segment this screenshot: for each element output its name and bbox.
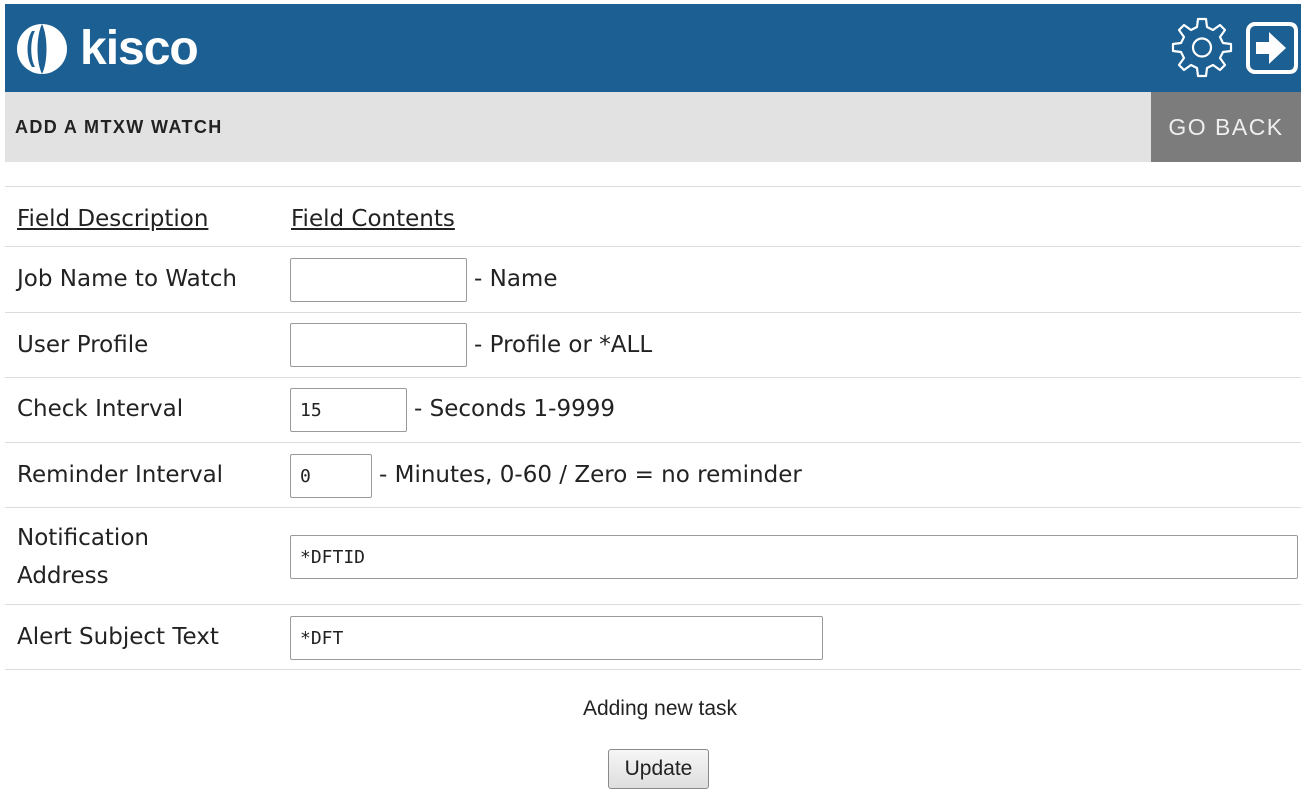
notification-address-label-line2: Address [17, 563, 109, 589]
table-divider [5, 442, 1301, 443]
app-header: kisco [5, 4, 1301, 92]
logout-icon [1246, 21, 1299, 75]
table-divider [5, 604, 1301, 605]
column-header-contents: Field Contents [291, 206, 455, 232]
settings-button[interactable] [1170, 15, 1234, 79]
reminder-interval-label: Reminder Interval [17, 462, 224, 488]
job-name-hint: - Name [474, 266, 558, 292]
page-title: ADD A MTXW WATCH [15, 117, 223, 137]
table-divider [5, 507, 1301, 508]
gear-icon [1171, 17, 1233, 78]
job-name-label: Job Name to Watch [17, 266, 237, 292]
brand-name: kisco [80, 22, 199, 75]
notification-address-label-line1: Notification [17, 525, 149, 551]
alert-subject-label: Alert Subject Text [17, 624, 219, 650]
table-divider [5, 246, 1301, 247]
reminder-interval-hint: - Minutes, 0-60 / Zero = no reminder [379, 462, 802, 488]
table-divider [5, 312, 1301, 313]
check-interval-label: Check Interval [17, 396, 184, 422]
table-divider [5, 186, 1301, 187]
logout-button[interactable] [1245, 21, 1299, 75]
check-interval-hint: - Seconds 1-9999 [414, 396, 616, 422]
alert-subject-input[interactable] [290, 616, 823, 660]
column-header-description: Field Description [17, 206, 209, 232]
table-divider [5, 377, 1301, 378]
job-name-input[interactable] [290, 258, 467, 302]
go-back-button[interactable]: GO BACK [1151, 92, 1301, 162]
user-profile-hint: - Profile or *ALL [474, 332, 653, 358]
table-divider [5, 669, 1301, 670]
reminder-interval-input[interactable] [290, 454, 372, 498]
kisco-logo-icon [17, 24, 67, 74]
page-title-bar: ADD A MTXW WATCH [5, 92, 1151, 162]
user-profile-label: User Profile [17, 332, 149, 358]
status-message: Adding new task [582, 697, 738, 720]
update-button[interactable]: Update [608, 749, 709, 789]
notification-address-input[interactable] [290, 535, 1298, 579]
user-profile-input[interactable] [290, 323, 467, 367]
check-interval-input[interactable] [290, 388, 407, 432]
kisco-logo[interactable]: kisco [14, 22, 199, 76]
